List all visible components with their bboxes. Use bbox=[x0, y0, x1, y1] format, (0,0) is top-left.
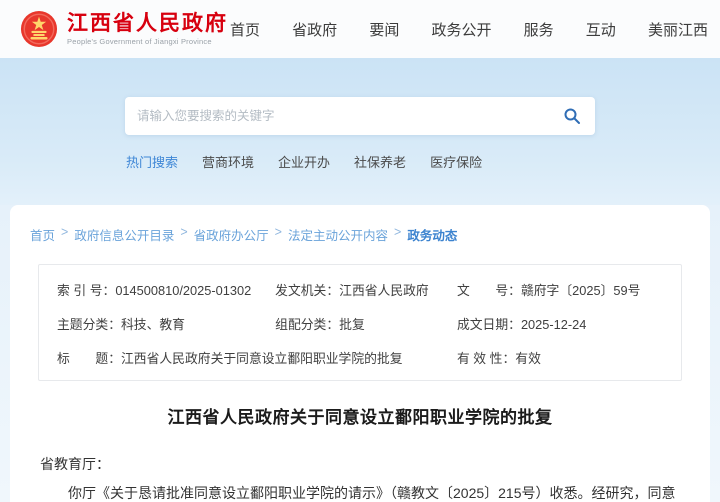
hot-tag-company-setup[interactable]: 企业开办 bbox=[278, 152, 330, 171]
paragraph-addressee: 省教育厅： bbox=[40, 456, 110, 472]
meta-date-value: 2025-12-24 bbox=[520, 317, 587, 332]
breadcrumb-separator: > bbox=[274, 225, 282, 239]
breadcrumb-home[interactable]: 首页 bbox=[30, 225, 55, 244]
nav-item-beautiful-jiangxi[interactable]: 美丽江西 bbox=[648, 19, 708, 40]
document-title: 江西省人民政府关于同意设立鄱阳职业学院的批复 bbox=[167, 408, 553, 427]
meta-docno-label: 文 号： bbox=[456, 283, 521, 298]
hot-tag-business-environment[interactable]: 营商环境 bbox=[202, 152, 254, 171]
site-logo[interactable]: 江西省人民政府 People's Government of Jiangxi P… bbox=[20, 10, 228, 48]
meta-valid-label: 有 效 性： bbox=[456, 351, 516, 366]
meta-issuer-label: 发文机关： bbox=[275, 283, 340, 298]
nav-item-home[interactable]: 首页 bbox=[230, 19, 260, 40]
top-nav: 首页 省政府 要闻 政务公开 服务 互动 美丽江西 bbox=[230, 19, 708, 40]
search-hero-section: 热门搜索 营商环境 企业开办 社保养老 医疗保险 bbox=[0, 58, 720, 205]
content-card: 首页 > 政府信息公开目录 > 省政府办公厅 > 法定主动公开内容 > 政务动态… bbox=[10, 205, 710, 502]
meta-valid-value: 有效 bbox=[515, 351, 541, 366]
meta-validity: 有 效 性：有效 bbox=[457, 348, 663, 367]
nav-item-news[interactable]: 要闻 bbox=[369, 19, 399, 40]
meta-index-label: 索 引 号： bbox=[57, 283, 116, 298]
hot-tag-medical-insurance[interactable]: 医疗保险 bbox=[430, 152, 482, 171]
search-icon bbox=[564, 108, 580, 124]
meta-doc-number: 文 号：赣府字〔2025〕59号 bbox=[457, 280, 663, 299]
breadcrumb-info-directory[interactable]: 政府信息公开目录 bbox=[74, 225, 174, 244]
nav-item-interaction[interactable]: 互动 bbox=[586, 19, 616, 40]
meta-group-category: 组配分类：批复 bbox=[275, 314, 457, 333]
site-subtitle: People's Government of Jiangxi Province bbox=[67, 37, 212, 47]
document-meta-table: 索 引 号：014500810/2025-01302 发文机关：江西省人民政府 … bbox=[38, 264, 682, 381]
site-header: 江西省人民政府 People's Government of Jiangxi P… bbox=[0, 0, 720, 58]
meta-group-label: 组配分类： bbox=[275, 317, 340, 332]
meta-group-value: 批复 bbox=[339, 317, 365, 332]
meta-date-label: 成文日期： bbox=[456, 317, 521, 332]
document-body: 省教育厅： 你厅《关于恳请批准同意设立鄱阳职业学院的请示》（赣教文〔2025〕2… bbox=[40, 450, 680, 502]
meta-index-value: 014500810/2025-01302 bbox=[115, 283, 252, 298]
breadcrumb-separator: > bbox=[61, 225, 69, 239]
meta-topic-category: 主题分类：科技、教育 bbox=[57, 314, 275, 333]
meta-issuer-value: 江西省人民政府 bbox=[339, 283, 429, 298]
nav-item-provincial-gov[interactable]: 省政府 bbox=[292, 19, 337, 40]
meta-topic-label: 主题分类： bbox=[57, 317, 121, 332]
breadcrumb-separator: > bbox=[394, 225, 402, 239]
breadcrumb: 首页 > 政府信息公开目录 > 省政府办公厅 > 法定主动公开内容 > 政务动态 bbox=[30, 225, 690, 244]
nav-item-services[interactable]: 服务 bbox=[524, 19, 554, 40]
meta-docno-value: 赣府字〔2025〕59号 bbox=[520, 283, 641, 298]
site-title: 江西省人民政府 bbox=[67, 11, 228, 35]
meta-title-label: 标 题： bbox=[57, 351, 121, 366]
search-box bbox=[125, 97, 595, 135]
hot-tag-social-security[interactable]: 社保养老 bbox=[354, 152, 406, 171]
breadcrumb-gov-dynamics[interactable]: 政务动态 bbox=[407, 225, 457, 244]
hot-search-row: 热门搜索 营商环境 企业开办 社保养老 医疗保险 bbox=[0, 152, 720, 171]
logo-text: 江西省人民政府 People's Government of Jiangxi P… bbox=[67, 12, 228, 46]
search-button[interactable] bbox=[561, 105, 583, 127]
breadcrumb-separator: > bbox=[180, 225, 188, 239]
meta-index-number: 索 引 号：014500810/2025-01302 bbox=[57, 280, 275, 299]
main-background: 首页 > 政府信息公开目录 > 省政府办公厅 > 法定主动公开内容 > 政务动态… bbox=[0, 205, 720, 502]
meta-issuing-agency: 发文机关：江西省人民政府 bbox=[275, 280, 457, 299]
meta-title-value: 江西省人民政府关于同意设立鄱阳职业学院的批复 bbox=[120, 351, 403, 366]
meta-issue-date: 成文日期：2025-12-24 bbox=[457, 314, 663, 333]
breadcrumb-statutory-disclosure[interactable]: 法定主动公开内容 bbox=[288, 225, 388, 244]
hot-search-label: 热门搜索 bbox=[126, 155, 179, 170]
meta-title: 标 题：江西省人民政府关于同意设立鄱阳职业学院的批复 bbox=[57, 348, 457, 367]
meta-topic-value: 科技、教育 bbox=[120, 317, 185, 332]
search-input[interactable] bbox=[137, 109, 561, 123]
nav-item-gov-affairs[interactable]: 政务公开 bbox=[431, 19, 491, 40]
paragraph-approval-intro: 你厅《关于恳请批准同意设立鄱阳职业学院的请示》（赣教文〔2025〕215号）收悉… bbox=[68, 484, 676, 501]
national-emblem-icon bbox=[20, 10, 58, 48]
breadcrumb-general-office[interactable]: 省政府办公厅 bbox=[194, 225, 269, 244]
